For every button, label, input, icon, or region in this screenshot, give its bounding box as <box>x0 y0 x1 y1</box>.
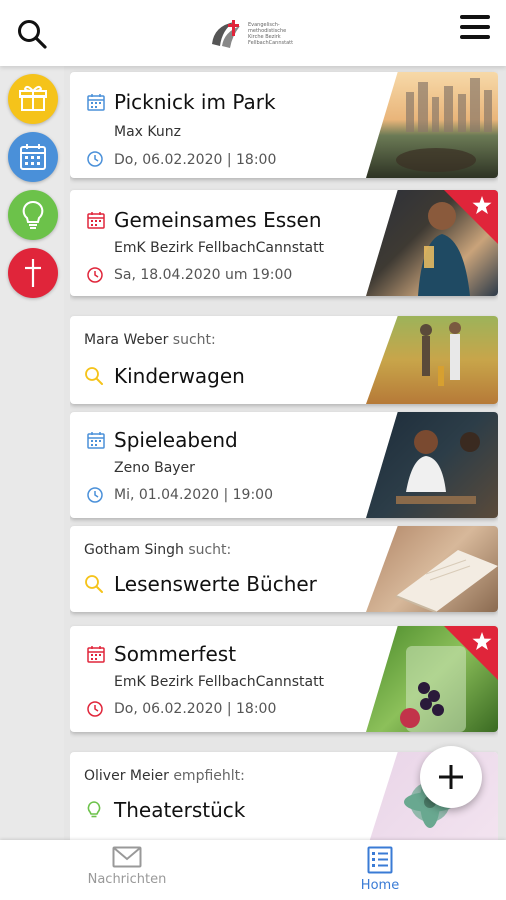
request-verb: sucht: <box>172 332 216 348</box>
event-card[interactable]: Picknick im Park Max Kunz Do, 06.02.2020… <box>70 72 498 178</box>
event-date: Do, 06.02.2020 | 18:00 <box>114 701 277 717</box>
event-title: Gemeinsames Essen <box>114 208 322 232</box>
plus-icon <box>439 765 463 789</box>
nav-tab-label: Nachrichten <box>87 872 167 887</box>
event-card[interactable]: Sommerfest EmK Bezirk FellbachCannstatt … <box>70 626 498 732</box>
search-icon[interactable] <box>16 18 48 50</box>
list-icon <box>367 846 393 874</box>
add-button[interactable] <box>420 746 482 808</box>
nav-tab-messages[interactable]: Nachrichten <box>67 846 187 887</box>
featured-star-badge <box>444 626 498 680</box>
cross-icon <box>25 259 41 287</box>
event-image <box>366 412 498 518</box>
mail-icon <box>112 846 142 868</box>
gift-category-button[interactable] <box>8 74 58 124</box>
idea-category-button[interactable] <box>8 190 58 240</box>
request-item: Kinderwagen <box>114 364 245 388</box>
calendar-icon <box>87 212 105 229</box>
clock-icon <box>87 701 103 717</box>
person-name: Oliver Meier <box>84 768 169 784</box>
event-organizer: Max Kunz <box>114 124 181 140</box>
event-date: Mi, 01.04.2020 | 19:00 <box>114 487 273 503</box>
category-rail <box>0 66 64 840</box>
seeker-line: Mara Weber sucht: <box>84 332 216 348</box>
calendar-icon <box>87 94 105 111</box>
request-item: Lesenswerte Bücher <box>114 572 317 596</box>
event-card[interactable]: Gemeinsames Essen EmK Bezirk FellbachCan… <box>70 190 498 296</box>
top-app-bar: Evangelisch-methodistische Kirche Bezirk… <box>0 0 506 66</box>
event-date: Do, 06.02.2020 | 18:00 <box>114 152 277 168</box>
search-icon <box>85 575 103 593</box>
calendar-icon <box>87 432 105 449</box>
event-date: Sa, 18.04.2020 um 19:00 <box>114 267 293 283</box>
church-category-button[interactable] <box>8 248 58 298</box>
nav-tab-home[interactable]: Home <box>320 846 440 893</box>
person-name: Mara Weber <box>84 332 169 348</box>
logo-mark-icon <box>212 20 240 48</box>
event-title: Picknick im Park <box>114 90 276 114</box>
clock-icon <box>87 151 103 167</box>
bottom-navigation: Nachrichten Home <box>0 840 506 900</box>
request-image <box>366 316 498 404</box>
search-request-card[interactable]: Mara Weber sucht: Kinderwagen <box>70 316 498 404</box>
featured-star-badge <box>444 190 498 244</box>
event-card[interactable]: Spieleabend Zeno Bayer Mi, 01.04.2020 | … <box>70 412 498 518</box>
search-request-card[interactable]: Gotham Singh sucht: Lesenswerte Bücher <box>70 526 498 612</box>
feed-list: Picknick im Park Max Kunz Do, 06.02.2020… <box>70 66 498 840</box>
lightbulb-icon <box>22 200 44 229</box>
calendar-icon <box>20 144 46 170</box>
calendar-category-button[interactable] <box>8 132 58 182</box>
event-organizer: EmK Bezirk FellbachCannstatt <box>114 674 325 690</box>
person-name: Gotham Singh <box>84 542 184 558</box>
logo-text: Evangelisch-methodistische Kirche Bezirk… <box>248 22 294 46</box>
recommender-line: Oliver Meier empfiehlt: <box>84 768 245 784</box>
seeker-line: Gotham Singh sucht: <box>84 542 231 558</box>
event-title: Spieleabend <box>114 428 238 452</box>
request-image <box>366 526 498 612</box>
clock-icon <box>87 487 103 503</box>
event-organizer: EmK Bezirk FellbachCannstatt <box>114 240 325 256</box>
hamburger-menu-icon[interactable] <box>460 15 490 41</box>
gift-icon <box>19 85 47 111</box>
church-logo[interactable]: Evangelisch-methodistische Kirche Bezirk… <box>208 16 300 52</box>
recommend-verb: empfiehlt: <box>173 768 245 784</box>
lightbulb-icon <box>87 801 101 818</box>
event-image <box>366 72 498 178</box>
event-title: Sommerfest <box>114 642 237 666</box>
search-icon <box>85 367 103 385</box>
request-verb: sucht: <box>188 542 232 558</box>
clock-icon <box>87 267 103 283</box>
event-organizer: Zeno Bayer <box>114 460 195 476</box>
recommend-item: Theaterstück <box>114 798 246 822</box>
nav-tab-label: Home <box>360 878 400 893</box>
calendar-icon <box>87 646 105 663</box>
